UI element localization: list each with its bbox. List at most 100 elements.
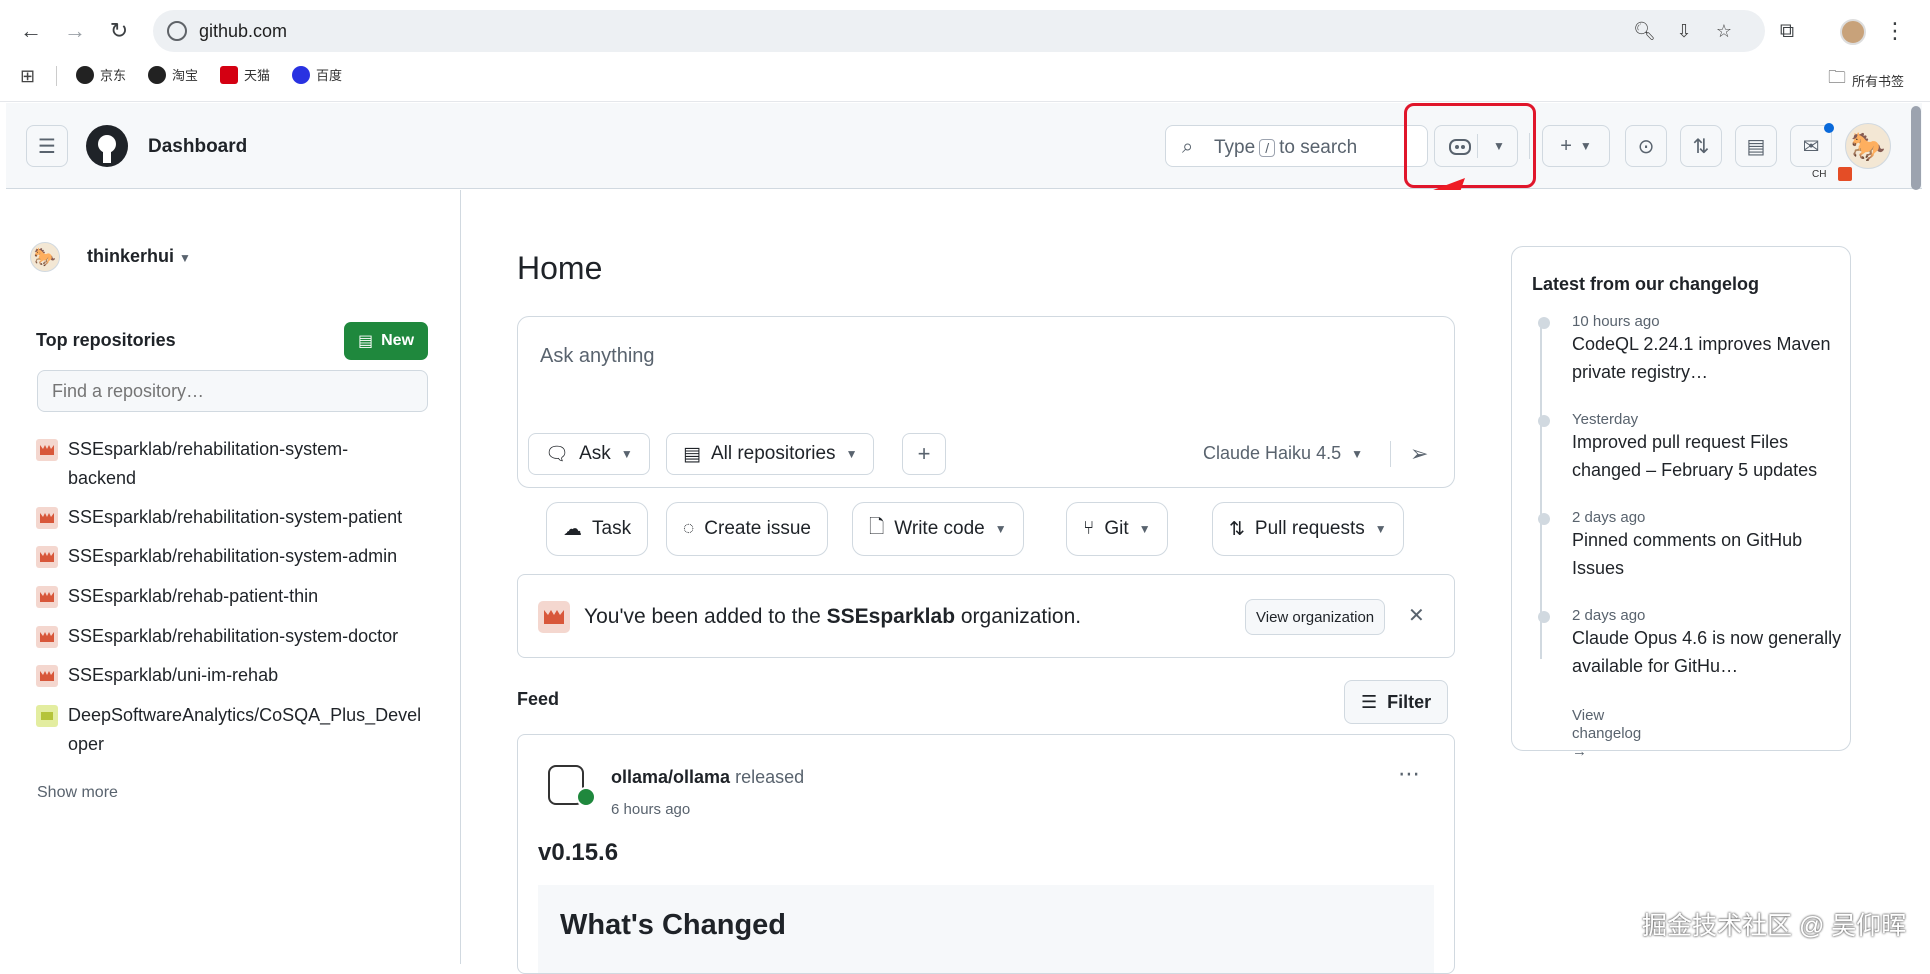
- copilot-ask-box: Ask anything 🗨︎ Ask ▼ ▤ All repositories ▼ +…: [517, 316, 1455, 488]
- add-attachment-button[interactable]: +: [902, 433, 946, 475]
- find-repository-input[interactable]: [37, 370, 428, 412]
- pull-requests-button[interactable]: ⇅ Pull requests ▼: [1212, 502, 1404, 556]
- release-version[interactable]: v0.15.6: [538, 839, 618, 867]
- context-switcher[interactable]: thinkerhui ▼: [87, 246, 191, 267]
- org-avatar-icon: [36, 586, 58, 608]
- feed-card: ollama/ollama released 6 hours ago ⋯ v0.…: [517, 734, 1455, 974]
- repo-link[interactable]: SSEsparklab/rehabilitation-system-patien…: [36, 503, 402, 532]
- repo-link[interactable]: SSEsparklab/uni-im-rehab: [36, 661, 278, 690]
- task-button[interactable]: ☁ Task: [546, 502, 649, 556]
- close-icon[interactable]: ✕: [1408, 603, 1425, 628]
- changelog-item[interactable]: Yesterday Improved pull request Files ch…: [1538, 411, 1852, 484]
- reload-icon[interactable]: ↻: [102, 14, 136, 48]
- chevron-down-icon: ▼: [179, 251, 191, 265]
- issues-icon[interactable]: ⊙: [1625, 125, 1667, 167]
- changelog-card: Latest from our changelog 10 hours ago C…: [1511, 246, 1852, 760]
- changelog-heading: Latest from our changelog: [1532, 274, 1760, 294]
- pull-requests-icon[interactable]: ⇅: [1680, 125, 1722, 167]
- slash-key: /: [1259, 139, 1276, 157]
- globe-icon: [148, 65, 166, 84]
- github-logo-icon[interactable]: [86, 125, 128, 167]
- git-branch-icon: ⑂: [1083, 518, 1095, 539]
- org-avatar-icon: [36, 439, 58, 461]
- github-header: ☰ Dashboard ⌕ Type / to search ▼ + ▼ ⊙ ⇅ ▤ …: [6, 103, 1922, 189]
- ask-input[interactable]: Ask anything: [540, 345, 655, 368]
- chevron-down-icon: ▼: [1374, 522, 1387, 536]
- chevron-down-icon: ▼: [845, 447, 858, 461]
- watermark-text: 掘金技术社区 @ 吴仰晖: [1642, 912, 1907, 940]
- back-icon[interactable]: ←: [14, 14, 48, 48]
- chevron-down-icon: ▼: [994, 522, 1007, 536]
- hamburger-menu-icon[interactable]: ☰: [26, 125, 68, 167]
- git-button[interactable]: ⑂ Git ▼: [1066, 502, 1168, 556]
- chevron-down-icon: ▼: [1579, 139, 1592, 153]
- release-tag-icon: [576, 787, 596, 807]
- forward-icon[interactable]: →: [58, 14, 92, 48]
- repo-link[interactable]: SSEsparklab/rehabilitation-system-backen…: [36, 435, 398, 493]
- write-code-button[interactable]: 🗋 Write code ▼: [852, 502, 1024, 556]
- site-info-icon[interactable]: [167, 21, 187, 41]
- create-new-button[interactable]: + ▼: [1542, 125, 1610, 167]
- feed-filter-button[interactable]: ☰ Filter: [1344, 680, 1449, 724]
- user-avatar-small[interactable]: 🐎: [30, 242, 60, 272]
- more-options-icon[interactable]: ⋯: [1398, 761, 1420, 787]
- plus-icon: +: [917, 441, 931, 466]
- page-scrollbar[interactable]: [1911, 106, 1921, 190]
- ext-badge-icon: [1838, 167, 1852, 181]
- model-picker[interactable]: Claude Haiku 4.5 ▼: [1203, 443, 1363, 464]
- bookmark-tmall[interactable]: 天猫: [220, 65, 270, 84]
- menu-kebab-icon[interactable]: ⋮: [1878, 14, 1912, 48]
- browser-chrome: ← → ↻ github.com 🔍︎ ⇩ ☆ ⧉ ⋮ ⊞ 京东 淘宝 天猫 百…: [0, 0, 1930, 102]
- notification-dot: [1824, 123, 1834, 133]
- repo-link[interactable]: SSEsparklab/rehabilitation-system-doctor: [36, 622, 398, 651]
- repositories-icon[interactable]: ▤: [1735, 125, 1777, 167]
- org-avatar-icon: [36, 665, 58, 687]
- org-notice-banner: You've been added to the SSEsparklab org…: [517, 574, 1455, 658]
- user-avatar[interactable]: 🐎: [1845, 123, 1891, 169]
- star-bookmark-icon[interactable]: ☆: [1713, 20, 1735, 42]
- repo-link[interactable]: SSEsparklab/rehab-patient-thin: [36, 582, 318, 611]
- feed-event-text: ollama/ollama released: [611, 767, 805, 787]
- bookmark-baidu[interactable]: 百度: [292, 65, 342, 84]
- changelog-item[interactable]: 10 hours ago CodeQL 2.24.1 improves Mave…: [1538, 313, 1852, 386]
- page-title[interactable]: Dashboard: [148, 136, 247, 158]
- send-icon[interactable]: ➢: [1410, 441, 1428, 467]
- chevron-down-icon: ▼: [1138, 522, 1151, 536]
- changelog-item[interactable]: 2 days ago Pinned comments on GitHub Iss…: [1538, 509, 1852, 582]
- divider: [56, 66, 57, 86]
- notice-text: You've been added to the SSEsparklab org…: [584, 605, 1082, 628]
- home-heading: Home: [517, 250, 603, 286]
- url-text[interactable]: github.com: [199, 21, 287, 42]
- cloud-icon: ☁: [563, 518, 582, 540]
- bookmarks-folder[interactable]: 🗀 所有书签: [1828, 65, 1904, 95]
- extensions-icon[interactable]: ⧉: [1770, 14, 1804, 48]
- install-app-icon[interactable]: ⇩: [1673, 20, 1695, 42]
- create-issue-button[interactable]: ◌ Create issue: [666, 502, 828, 556]
- org-avatar-icon: [36, 546, 58, 568]
- repository-scope-dropdown[interactable]: ▤ All repositories ▼: [666, 433, 875, 475]
- new-repository-button[interactable]: ▤ New: [344, 322, 428, 360]
- tmall-icon: [220, 65, 238, 84]
- feed-heading: Feed: [517, 689, 560, 709]
- apps-grid-icon[interactable]: ⊞: [20, 66, 35, 87]
- repo-link[interactable]: DeepSoftwareAnalytics/CoSQA_Plus_Develop…: [36, 701, 428, 759]
- view-changelog-link[interactable]: View changelog →: [1572, 707, 1641, 761]
- profile-avatar[interactable]: [1840, 19, 1866, 45]
- bookmark-taobao[interactable]: 淘宝: [148, 65, 198, 84]
- ask-mode-dropdown[interactable]: 🗨︎ Ask ▼: [528, 433, 650, 475]
- file-icon: 🗋: [869, 517, 885, 538]
- repo-link[interactable]: SSEsparklab/rehabilitation-system-admin: [36, 542, 397, 571]
- view-organization-button[interactable]: View organization: [1245, 599, 1386, 635]
- address-bar[interactable]: github.com 🔍︎ ⇩ ☆: [153, 10, 1765, 52]
- whats-changed-heading: What's Changed: [560, 909, 787, 941]
- zoom-icon[interactable]: 🔍︎: [1633, 20, 1656, 42]
- timeline-line: [1540, 319, 1542, 659]
- changelog-item[interactable]: 2 days ago Claude Opus 4.6 is now genera…: [1538, 607, 1852, 680]
- org-avatar-icon: [36, 705, 58, 727]
- dashboard-sidebar: 🐎 thinkerhui ▼ Top repositories ▤New SSE…: [6, 190, 461, 964]
- bookmark-jd[interactable]: 京东: [76, 65, 126, 84]
- show-more-link[interactable]: Show more: [37, 784, 118, 802]
- search-input[interactable]: ⌕ Type / to search: [1165, 125, 1428, 167]
- feed-repo-link[interactable]: ollama/ollama: [611, 767, 730, 787]
- plus-icon: +: [1560, 134, 1572, 157]
